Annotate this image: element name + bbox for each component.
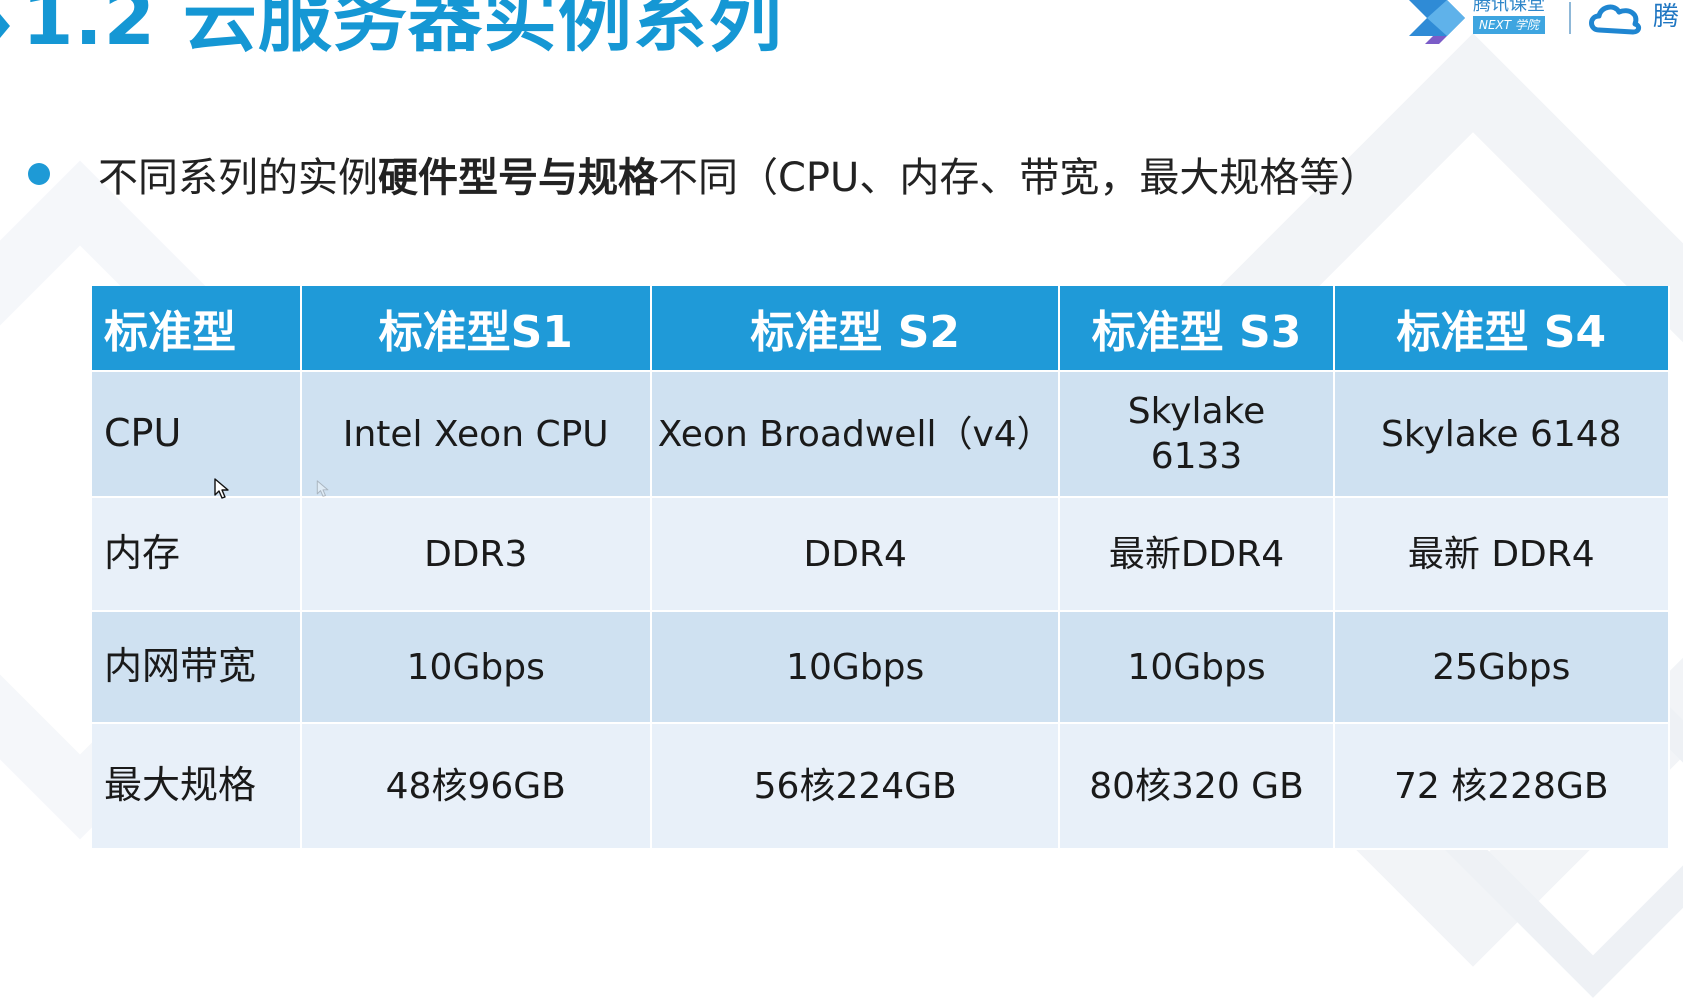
- table-header-cell: 标准型 S3: [1059, 286, 1335, 372]
- table-cell: 最新DDR4: [1059, 497, 1335, 612]
- brand-subname: NEXT 学院: [1473, 16, 1545, 34]
- table-header-cell: 标准型S1: [300, 286, 652, 372]
- table-header-row: 标准型 标准型S1 标准型 S2 标准型 S3 标准型 S4: [92, 286, 1671, 372]
- table-cell: Skylake 6148: [1333, 371, 1671, 498]
- bullet-text: 不同系列的实例硬件型号与规格不同（CPU、内存、带宽，最大规格等）: [98, 145, 1379, 203]
- table-header-cell: 标准型 S4: [1333, 286, 1671, 372]
- table-cell: 10Gbps: [650, 611, 1061, 724]
- brand-logos: 腾讯课堂 NEXT 学院 腾: [1403, 0, 1683, 44]
- mouse-pointer-icon: [316, 480, 329, 497]
- tencent-classroom-logo-icon: [1409, 0, 1465, 44]
- table-header-cell: 标准型 S2: [650, 286, 1061, 372]
- table-row: 最大规格 48核96GB 56核224GB 80核320 GB 72 核228G…: [92, 723, 1671, 850]
- table-cell: 80核320 GB: [1059, 723, 1335, 850]
- table-cell: 最新 DDR4: [1333, 497, 1671, 612]
- mouse-pointer-icon: [214, 478, 229, 499]
- table-row: CPU Intel Xeon CPU Xeon Broadwell（v4） Sk…: [92, 371, 1671, 498]
- table-cell: 25Gbps: [1333, 611, 1671, 724]
- slide-title: 1.2 云服务器实例系列: [22, 0, 783, 62]
- table-header-cell: 标准型: [92, 286, 302, 372]
- table-cell: DDR3: [300, 497, 652, 612]
- row-label: CPU: [92, 371, 302, 498]
- row-label: 最大规格: [92, 723, 302, 850]
- tencent-cloud-icon: [1589, 4, 1642, 35]
- instance-spec-table: 标准型 标准型S1 标准型 S2 标准型 S3 标准型 S4 CPU Intel…: [92, 286, 1671, 850]
- table-cell: DDR4: [650, 497, 1061, 612]
- bullet-text-bold: 硬件型号与规格: [378, 155, 658, 201]
- table-cell: 56核224GB: [650, 723, 1061, 850]
- table-row: 内存 DDR3 DDR4 最新DDR4 最新 DDR4: [92, 497, 1671, 612]
- bullet-dot-icon: [28, 163, 50, 185]
- table-cell: 10Gbps: [1059, 611, 1335, 724]
- table-cell: 48核96GB: [300, 723, 652, 850]
- bullet-text-normal: 不同（CPU、内存、带宽，最大规格等）: [658, 155, 1380, 201]
- table-cell-text: Skylake 6133: [1127, 391, 1266, 477]
- table-row: 内网带宽 10Gbps 10Gbps 10Gbps 25Gbps: [92, 611, 1671, 724]
- title-accent-bracket: [0, 14, 10, 38]
- row-label: 内网带宽: [92, 611, 302, 724]
- logo-divider: [1569, 2, 1571, 34]
- row-label: 内存: [92, 497, 302, 612]
- table-cell: Xeon Broadwell（v4）: [650, 371, 1061, 498]
- table-cell: 10Gbps: [300, 611, 652, 724]
- brand-name: 腾讯课堂: [1473, 0, 1545, 15]
- bullet-text-normal: 不同系列的实例: [98, 155, 378, 201]
- table-cell: 72 核228GB: [1333, 723, 1671, 850]
- table-cell: Intel Xeon CPU: [300, 371, 652, 498]
- bullet-point: 不同系列的实例硬件型号与规格不同（CPU、内存、带宽，最大规格等）: [28, 146, 1379, 202]
- brand-cut-text: 腾: [1653, 2, 1680, 32]
- table-cell: Skylake 6133: [1059, 371, 1335, 498]
